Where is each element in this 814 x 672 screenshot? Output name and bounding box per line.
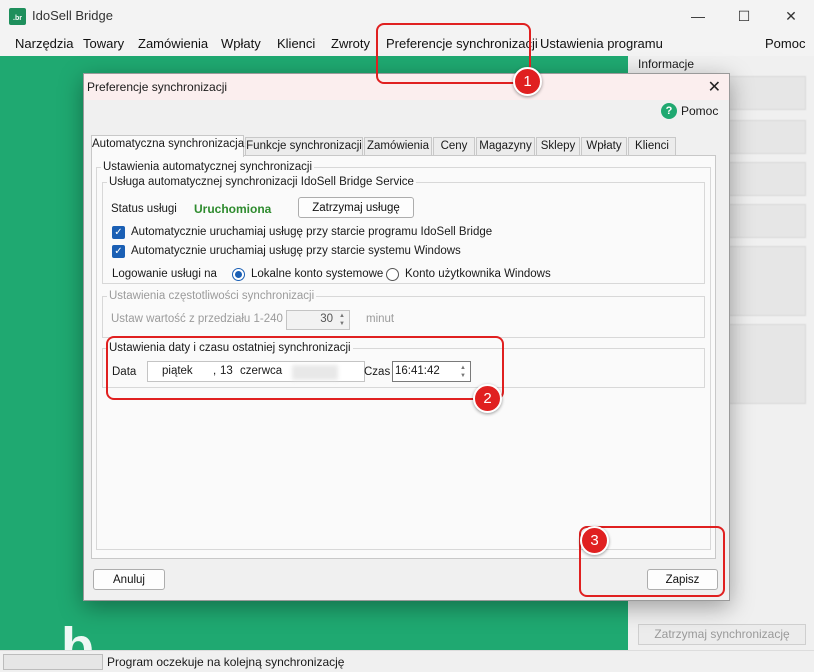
tab-magazyny[interactable]: Magazyny [476,137,535,156]
menu-narzedzia[interactable]: Narzędzia [15,36,74,51]
frequency-unit: minut [366,313,395,325]
frequency-value: 30 [320,313,333,325]
annotation-badge-1: 1 [513,67,542,96]
blurred-info-block [728,246,806,316]
spinner-arrows-icon[interactable]: ▲ ▼ [336,312,348,328]
blurred-info-block [728,162,806,196]
dialog-close-button[interactable]: ✕ [708,77,721,97]
info-label: Informacje [638,57,695,71]
status-bar: Program oczekuje na kolejną synchronizac… [0,650,814,672]
service-status-label: Status usługi [111,203,177,215]
tab-klienci[interactable]: Klienci [628,137,676,156]
frequency-group-legend: Ustawienia częstotliwości synchronizacji [109,290,315,302]
help-button[interactable]: ? Pomoc [661,103,718,119]
tab-automatyczna-synchronizacja[interactable]: Automatyczna synchronizacja [91,135,244,157]
menu-towary[interactable]: Towary [83,36,124,51]
cancel-button[interactable]: Anuluj [93,569,165,590]
tab-ceny[interactable]: Ceny [433,137,475,156]
autostart-windows-checkbox[interactable]: ✓ [112,245,125,258]
auto-sync-settings-legend: Ustawienia automatycznej synchronizacji [103,161,313,173]
menu-ustawienia-programu[interactable]: Ustawienia programu [540,36,663,51]
app-logo-icon: .br [9,8,26,25]
stop-sync-button[interactable]: Zatrzymaj synchronizację [638,624,806,645]
local-system-account-label: Lokalne konto systemowe [251,268,384,280]
dialog-title: Preferencje synchronizacji [87,80,228,94]
service-status-value: Uruchomiona [194,202,272,216]
windows-user-account-radio[interactable] [386,268,399,281]
tab-zamowienia[interactable]: Zamówienia [364,137,432,156]
frequency-label: Ustaw wartość z przedziału 1-240 [111,313,283,325]
app-title: IdoSell Bridge [32,8,113,23]
help-label: Pomoc [681,104,719,118]
minimize-button[interactable]: — [675,0,721,32]
annotation-box-1 [376,23,531,84]
status-progress-bar [3,654,103,670]
blurred-info-block [728,120,806,154]
tab-sklepy[interactable]: Sklepy [536,137,580,156]
windows-user-account-label: Konto użytkownika Windows [405,268,551,280]
annotation-badge-3: 3 [580,526,609,555]
maximize-button[interactable]: ☐ [721,0,767,32]
stop-service-button[interactable]: Zatrzymaj usługę [298,197,414,218]
close-window-button[interactable]: ✕ [768,0,814,32]
menu-pomoc[interactable]: Pomoc [765,36,805,51]
tab-funkcje-synchronizacji[interactable]: Funkcje synchronizacji [245,137,363,156]
frequency-spinner[interactable]: 30 ▲ ▼ [286,310,350,330]
blurred-info-block [728,204,806,238]
banner-logo: .b [44,617,96,650]
blurred-info-block [728,324,806,404]
local-system-account-radio[interactable] [232,268,245,281]
autostart-program-label: Automatycznie uruchamiaj usługę przy sta… [131,226,493,238]
menu-wplaty[interactable]: Wpłaty [221,36,261,51]
autostart-program-checkbox[interactable]: ✓ [112,226,125,239]
menu-zwroty[interactable]: Zwroty [331,36,370,51]
menu-zamowienia[interactable]: Zamówienia [138,36,208,51]
autostart-windows-label: Automatycznie uruchamiaj usługę przy sta… [131,245,461,257]
status-text: Program oczekuje na kolejną synchronizac… [107,655,345,669]
annotation-box-2 [106,336,504,400]
logon-label: Logowanie usługi na [112,268,217,280]
help-icon: ? [661,103,677,119]
menu-klienci[interactable]: Klienci [277,36,315,51]
tab-wplaty[interactable]: Wpłaty [581,137,627,156]
blurred-info-block [728,76,806,110]
annotation-badge-2: 2 [473,384,502,413]
service-group-legend: Usługa automatycznej synchronizacji IdoS… [109,176,414,188]
